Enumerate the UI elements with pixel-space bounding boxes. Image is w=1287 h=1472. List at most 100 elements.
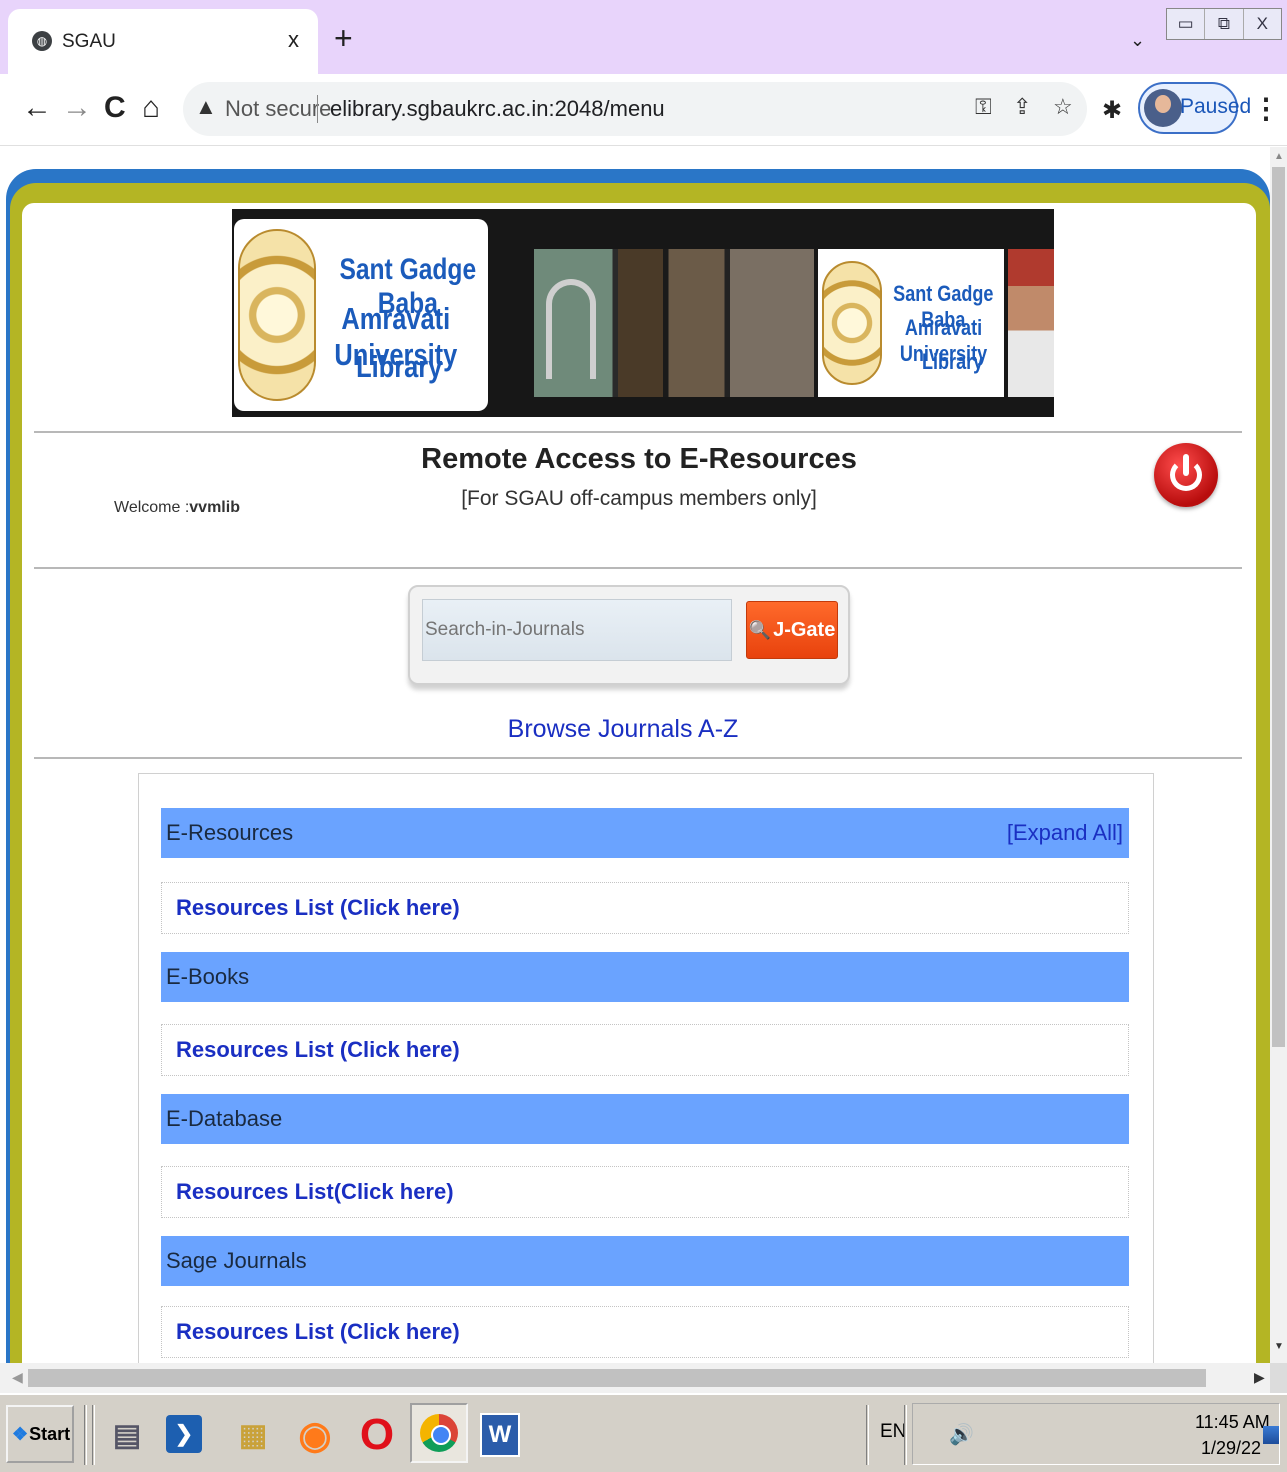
new-tab-button[interactable]: + bbox=[334, 22, 353, 54]
logout-power-button[interactable] bbox=[1154, 443, 1218, 507]
browser-menu-icon[interactable]: ⋮ bbox=[1252, 92, 1280, 125]
library-banner: Sant Gadge Baba Amravati University Libr… bbox=[232, 209, 1054, 417]
tab-title: SGAU bbox=[62, 31, 116, 52]
tab-search-chevron-icon[interactable]: ⌄ bbox=[1130, 30, 1145, 51]
windows-flag-icon: ❖ bbox=[12, 1424, 29, 1444]
server-manager-icon[interactable]: ▤ bbox=[104, 1409, 150, 1461]
scroll-down-arrow-icon[interactable]: ▼ bbox=[1274, 1341, 1284, 1352]
browser-toolbar: ← → C ⌂ ▲ Not secure elibrary.sgbaukrc.a… bbox=[0, 74, 1287, 146]
avatar bbox=[1144, 89, 1182, 127]
page-content: Sant Gadge Baba Amravati University Libr… bbox=[22, 203, 1256, 1363]
banner-logo-secondary: Sant Gadge Baba Amravati University Libr… bbox=[818, 249, 1004, 397]
opera-icon[interactable]: O bbox=[354, 1409, 400, 1461]
taskbar-separator bbox=[84, 1405, 87, 1465]
tab-strip: ◍ SGAU x + ⌄ ▭ ⧉ X bbox=[0, 0, 1287, 74]
home-icon[interactable]: ⌂ bbox=[142, 90, 160, 126]
section-header-e-database[interactable]: E-Database bbox=[161, 1094, 1129, 1144]
volume-icon[interactable]: 🔊 bbox=[949, 1422, 974, 1447]
window-controls: ▭ ⧉ X bbox=[1166, 8, 1282, 40]
reload-icon[interactable]: C bbox=[104, 90, 126, 126]
warning-icon[interactable]: ▲ bbox=[195, 94, 217, 120]
scroll-right-arrow-icon[interactable]: ▶ bbox=[1254, 1369, 1265, 1386]
resources-list-link[interactable]: Resources List(Click here) bbox=[176, 1179, 454, 1205]
close-window-button[interactable]: X bbox=[1244, 9, 1281, 39]
divider bbox=[34, 567, 1242, 569]
divider bbox=[34, 431, 1242, 433]
show-desktop-icon[interactable] bbox=[1263, 1426, 1279, 1444]
vertical-scrollbar[interactable]: ▲ ▼ bbox=[1270, 147, 1287, 1363]
address-separator bbox=[317, 95, 318, 123]
chrome-taskbar-button[interactable] bbox=[410, 1403, 468, 1463]
system-tray: 🔊 11:45 AM 1/29/22 bbox=[912, 1403, 1280, 1465]
page-viewport: Sant Gadge Baba Amravati University Libr… bbox=[0, 147, 1270, 1363]
share-icon[interactable]: ⇪ bbox=[1013, 94, 1031, 120]
search-input[interactable] bbox=[422, 599, 732, 661]
banner-logo2-line-3: Library bbox=[922, 349, 984, 374]
resource-row: Resources List(Click here) bbox=[161, 1166, 1129, 1218]
active-tab[interactable]: ◍ SGAU x bbox=[8, 9, 318, 74]
forward-arrow-icon[interactable]: → bbox=[62, 90, 92, 126]
clock-time[interactable]: 11:45 AM bbox=[1195, 1412, 1270, 1433]
browse-journals-link[interactable]: Browse Journals A-Z bbox=[22, 715, 1224, 744]
section-title: E-Resources bbox=[166, 820, 294, 845]
extensions-puzzle-icon[interactable]: ✱ bbox=[1102, 96, 1122, 125]
resources-list-link[interactable]: Resources List (Click here) bbox=[176, 1037, 460, 1063]
section-title: Sage Journals bbox=[166, 1248, 307, 1273]
resources-list-link[interactable]: Resources List (Click here) bbox=[176, 1319, 460, 1345]
not-secure-label[interactable]: Not secure bbox=[225, 96, 331, 122]
close-tab-icon[interactable]: x bbox=[288, 27, 299, 53]
jgate-search-button[interactable]: 🔍 J-Gate bbox=[746, 601, 838, 659]
divider bbox=[34, 757, 1242, 759]
section-title: E-Books bbox=[166, 964, 250, 989]
resource-row: Resources List (Click here) bbox=[161, 882, 1129, 934]
windows-taskbar: ❖Start ▤ ❯ ▦ ◉ O W EN 🔊 11:45 AM 1/29/22 bbox=[0, 1393, 1287, 1472]
scroll-left-arrow-icon[interactable]: ◀ bbox=[12, 1369, 23, 1386]
url-text[interactable]: elibrary.sgbaukrc.ac.in:2048/menu bbox=[330, 96, 665, 122]
address-bar[interactable]: ▲ Not secure elibrary.sgbaukrc.ac.in:204… bbox=[183, 82, 1087, 136]
chrome-icon bbox=[420, 1414, 458, 1452]
firefox-icon[interactable]: ◉ bbox=[292, 1409, 338, 1461]
search-icon: 🔍 bbox=[748, 620, 772, 640]
powershell-icon[interactable]: ❯ bbox=[166, 1415, 202, 1453]
horizontal-scrollbar[interactable]: ◀ ▶ bbox=[0, 1363, 1270, 1393]
taskbar-separator bbox=[904, 1405, 907, 1465]
back-arrow-icon[interactable]: ← bbox=[22, 90, 52, 126]
language-indicator[interactable]: EN bbox=[880, 1421, 906, 1443]
horizontal-scroll-thumb[interactable] bbox=[28, 1369, 1206, 1387]
page-subtitle: [For SGAU off-campus members only] bbox=[461, 487, 817, 510]
scrollbar-corner bbox=[1270, 1363, 1287, 1393]
section-header-sage-journals[interactable]: Sage Journals bbox=[161, 1236, 1129, 1286]
section-title: E-Database bbox=[166, 1106, 283, 1131]
section-header-e-resources[interactable]: E-Resources [Expand All] bbox=[161, 808, 1129, 858]
university-gate-image bbox=[546, 279, 596, 379]
globe-icon: ◍ bbox=[32, 31, 52, 51]
resource-row: Resources List (Click here) bbox=[161, 1024, 1129, 1076]
journal-search-box: 🔍J-Gate bbox=[408, 585, 850, 685]
key-icon[interactable]: ⚿ bbox=[975, 94, 992, 120]
profile-button[interactable]: Paused bbox=[1138, 82, 1251, 134]
profile-status: Paused bbox=[1180, 95, 1252, 118]
resources-menu: E-Resources [Expand All] Resources List … bbox=[138, 773, 1154, 1363]
logo-line-3: Library bbox=[356, 349, 443, 384]
resources-list-link[interactable]: Resources List (Click here) bbox=[176, 895, 460, 921]
section-header-e-books[interactable]: E-Books bbox=[161, 952, 1129, 1002]
taskbar-separator bbox=[866, 1405, 869, 1465]
taskbar-separator bbox=[92, 1405, 95, 1465]
sant-gadge-baba-portrait bbox=[1008, 249, 1054, 397]
university-seal-small-icon bbox=[822, 261, 882, 385]
university-seal-icon bbox=[238, 229, 316, 401]
start-button[interactable]: ❖Start bbox=[6, 1405, 74, 1463]
bookmark-star-icon[interactable]: ☆ bbox=[1053, 94, 1073, 120]
page-title: Remote Access to E-Resources bbox=[421, 443, 857, 475]
scroll-up-arrow-icon[interactable]: ▲ bbox=[1274, 151, 1284, 162]
vertical-scroll-thumb[interactable] bbox=[1272, 167, 1285, 1047]
resource-row: Resources List (Click here) bbox=[161, 1306, 1129, 1358]
expand-all-link[interactable]: [Expand All] bbox=[1007, 820, 1123, 846]
minimize-button[interactable]: ▭ bbox=[1167, 9, 1206, 39]
university-logo-card: Sant Gadge Baba Amravati University Libr… bbox=[234, 219, 488, 411]
clock-date[interactable]: 1/29/22 bbox=[1201, 1438, 1261, 1459]
restore-button[interactable]: ⧉ bbox=[1205, 9, 1244, 39]
file-explorer-icon[interactable]: ▦ bbox=[230, 1409, 276, 1461]
word-icon[interactable]: W bbox=[480, 1413, 520, 1457]
library-photo-strip bbox=[534, 249, 814, 397]
